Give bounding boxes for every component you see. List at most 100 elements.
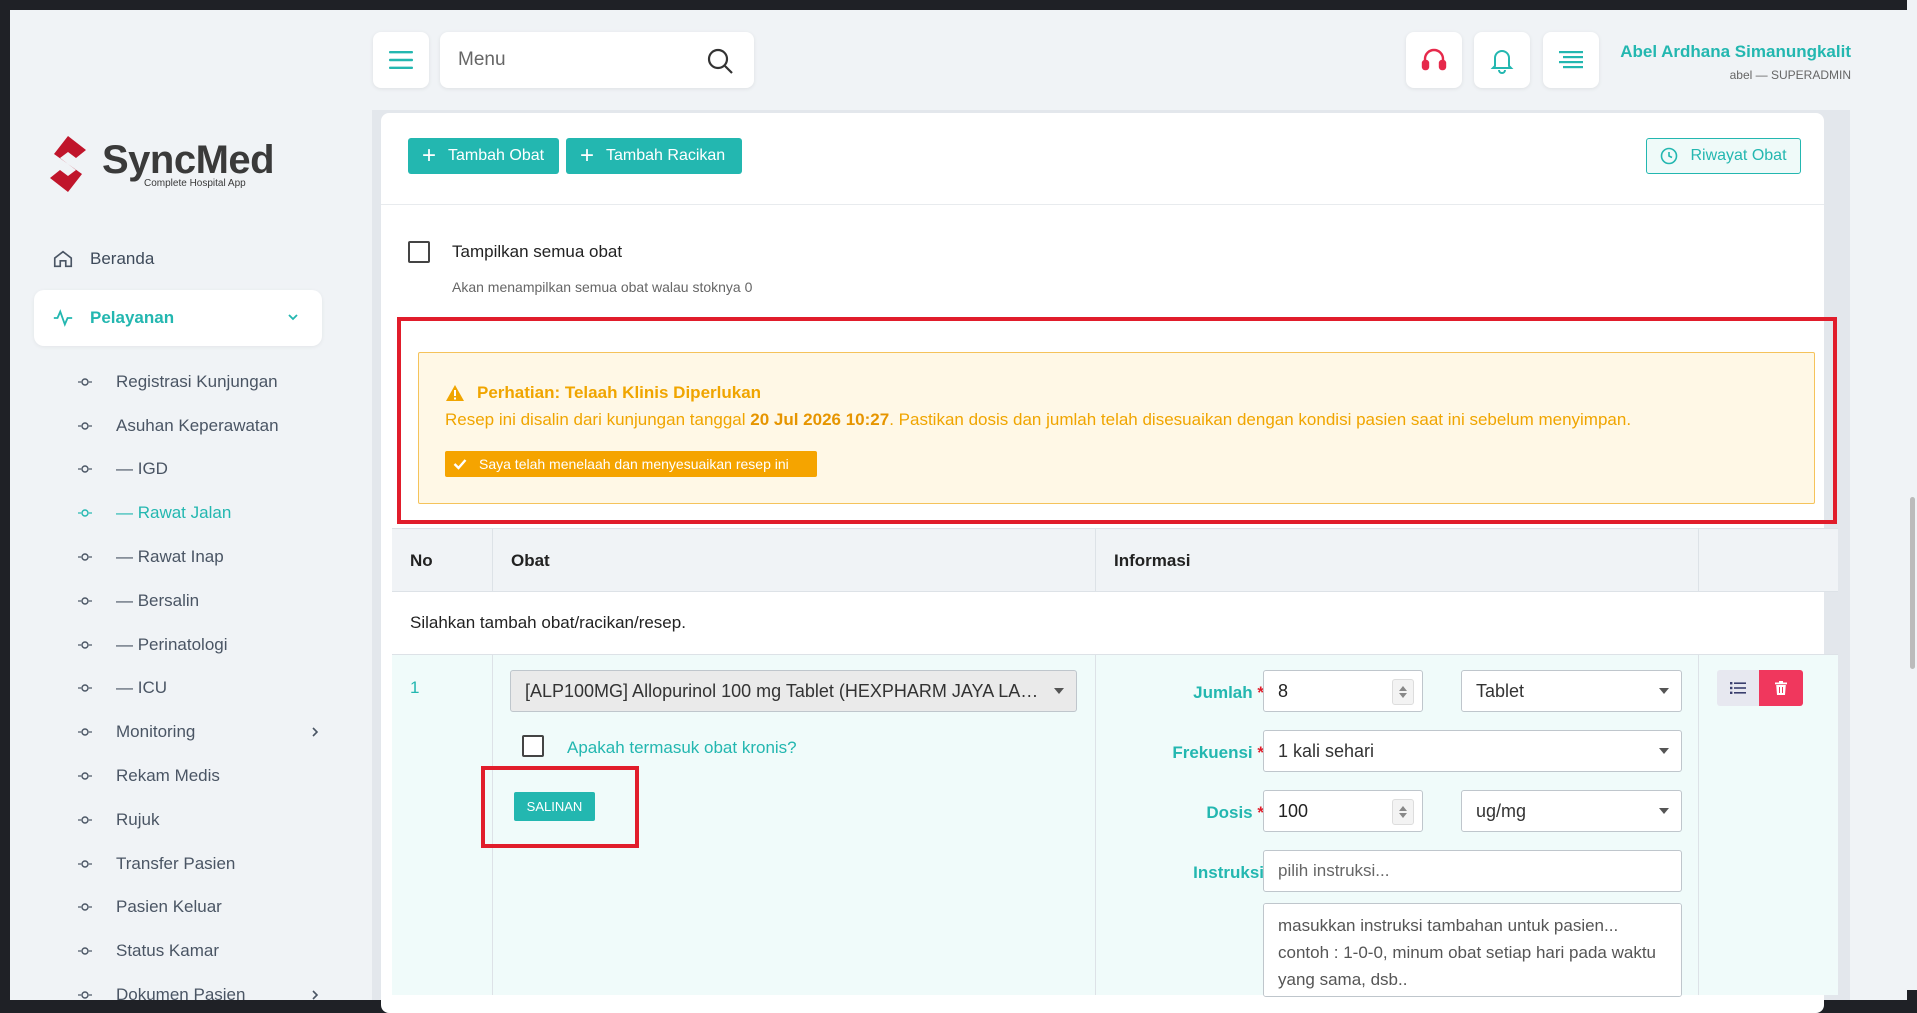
caret-down-icon: [1659, 688, 1669, 694]
column-header-obat: Obat: [493, 529, 1096, 592]
show-all-help: Akan menampilkan semua obat walau stokny…: [452, 279, 753, 295]
circle-dot-icon: [78, 902, 92, 912]
sidebar-subitem[interactable]: — Perinatologi: [78, 623, 328, 667]
user-role: abel — SUPERADMIN: [1729, 68, 1851, 82]
search-icon[interactable]: [706, 47, 734, 75]
column-header-actions: [1699, 529, 1838, 592]
instruksi-input[interactable]: [1263, 850, 1682, 892]
sidebar-subitem[interactable]: — ICU: [78, 667, 328, 711]
alert-date: 20 Jul 2026 10:27: [750, 410, 890, 429]
sidebar-subitem[interactable]: Status Kamar: [78, 929, 328, 973]
sidebar-subitem[interactable]: — Bersalin: [78, 579, 328, 623]
caret-down-icon: [1054, 688, 1064, 694]
jumlah-label: Jumlah *: [1193, 683, 1264, 702]
circle-dot-icon: [78, 946, 92, 956]
sidebar-subitem[interactable]: Rujuk: [78, 798, 328, 842]
sidebar-subitem-label: — Perinatologi: [116, 634, 228, 654]
sidebar-subitem-label: Rujuk: [116, 809, 160, 829]
delete-button[interactable]: [1759, 670, 1803, 706]
alert-title: Perhatian: Telaah Klinis Diperlukan: [445, 383, 761, 403]
bell-icon: [1490, 50, 1514, 74]
sidebar-subitem[interactable]: Monitoring: [78, 710, 328, 754]
sidebar-subitem[interactable]: Rekam Medis: [78, 754, 328, 798]
page-scrollbar[interactable]: [1907, 0, 1917, 990]
instruksi-label: Instruksi: [1193, 863, 1264, 882]
sidebar-subitem[interactable]: Pasien Keluar: [78, 886, 328, 930]
sidebar-item-label: Pelayanan: [90, 308, 175, 327]
sidebar-subitem[interactable]: — Rawat Jalan: [78, 491, 328, 535]
sidebar-subitem[interactable]: — IGD: [78, 448, 328, 492]
menu-search: [440, 32, 754, 88]
circle-dot-icon: [78, 596, 92, 606]
sidebar-subitem-label: Rekam Medis: [116, 766, 220, 786]
tambah-racikan-button[interactable]: + Tambah Racikan: [566, 138, 742, 174]
circle-dot-icon: [78, 990, 92, 1000]
show-all-checkbox[interactable]: [408, 241, 430, 263]
right-menu-button[interactable]: [1543, 32, 1599, 88]
jumlah-unit-select[interactable]: Tablet: [1461, 670, 1682, 712]
notification-button[interactable]: [1474, 32, 1530, 88]
scrollbar-thumb[interactable]: [1910, 497, 1915, 669]
sidebar-subitem-label: — Rawat Jalan: [116, 503, 232, 523]
sidebar-subitem-label: Registrasi Kunjungan: [116, 371, 278, 391]
sidebar-subitem[interactable]: Asuhan Keperawatan: [78, 404, 328, 448]
activity-icon: [53, 309, 73, 327]
sidebar-item-label: Beranda: [90, 249, 155, 268]
brand-logo[interactable]: SyncMed Complete Hospital App: [46, 134, 275, 194]
menu-lines-icon: [1559, 51, 1583, 69]
circle-dot-icon: [78, 859, 92, 869]
obat-kronis-checkbox[interactable]: [522, 735, 544, 757]
sidebar-subitem[interactable]: — Rawat Inap: [78, 535, 328, 579]
menu-search-input[interactable]: [458, 46, 688, 74]
alert-message: Resep ini disalin dari kunjungan tanggal…: [445, 410, 1632, 429]
sidebar-subitem[interactable]: Dokumen Pasien: [78, 973, 328, 1000]
sidebar-item-pelayanan[interactable]: Pelayanan: [34, 290, 322, 346]
resep-table: No Obat Informasi Silahkan tambah obat/r…: [392, 528, 1838, 997]
sidebar-subitem[interactable]: Registrasi Kunjungan: [78, 360, 328, 404]
dosis-unit-select[interactable]: ug/mg: [1461, 790, 1682, 832]
syncmed-logo-icon: [50, 136, 86, 192]
dosis-input[interactable]: 100: [1263, 790, 1423, 832]
sidebar-subitem-label: — ICU: [116, 678, 167, 698]
resep-toolbar: + Tambah Obat + Tambah Racikan Riwayat Oba…: [381, 113, 1824, 205]
table-row: 1 [ALP100MG] Allopurinol 100 mg Tablet (…: [392, 655, 1838, 997]
obat-kronis-label: Apakah termasuk obat kronis?: [567, 738, 797, 757]
list-icon: [1730, 682, 1746, 694]
chevron-right-icon: [312, 727, 319, 737]
instruksi-tambahan-textarea[interactable]: [1263, 903, 1682, 997]
frekuensi-label: Frekuensi *: [1172, 743, 1264, 762]
salinan-badge[interactable]: SALINAN: [514, 792, 595, 821]
frekuensi-select[interactable]: 1 kali sehari: [1263, 730, 1682, 772]
hamburger-icon: [389, 51, 413, 69]
sidebar: SyncMed Complete Hospital App Beranda Pe…: [10, 10, 355, 1000]
circle-dot-icon: [78, 377, 92, 387]
circle-dot-icon: [78, 815, 92, 825]
tambah-obat-button[interactable]: + Tambah Obat: [408, 138, 559, 174]
support-button[interactable]: [1406, 32, 1462, 88]
confirm-review-button[interactable]: Saya telah menelaah dan menyesuaikan res…: [445, 451, 817, 477]
riwayat-obat-button[interactable]: Riwayat Obat: [1646, 138, 1801, 174]
sidebar-subitem[interactable]: Transfer Pasien: [78, 842, 328, 886]
hamburger-button[interactable]: [373, 32, 429, 88]
detail-button[interactable]: [1717, 670, 1759, 706]
circle-dot-icon: [78, 464, 92, 474]
sidebar-subitem-label: — Rawat Inap: [116, 547, 224, 567]
clock-icon: [1661, 147, 1678, 165]
caret-down-icon: [1659, 748, 1669, 754]
stepper-icon[interactable]: [1392, 799, 1414, 825]
pelayanan-submenu: Registrasi Kunjungan Asuhan Keperawatan — …: [78, 360, 328, 1000]
dosis-label: Dosis *: [1206, 803, 1264, 822]
sidebar-item-beranda[interactable]: Beranda: [52, 244, 154, 274]
sidebar-subitem-label: — IGD: [116, 459, 168, 479]
sidebar-subitem-label: — Bersalin: [116, 590, 200, 610]
circle-dot-icon: [78, 421, 92, 431]
column-header-no: No: [392, 529, 493, 592]
user-profile[interactable]: Abel Ardhana Simanungkalit abel — SUPERA…: [1620, 42, 1851, 82]
drug-select[interactable]: [ALP100MG] Allopurinol 100 mg Tablet (HE…: [510, 670, 1077, 712]
row-number: 1: [410, 678, 420, 697]
show-all-obat: Tampilkan semua obat Akan menampilkan se…: [408, 241, 752, 295]
sidebar-subitem-label: Dokumen Pasien: [116, 985, 246, 1000]
stepper-icon[interactable]: [1392, 679, 1414, 705]
jumlah-input[interactable]: 8: [1263, 670, 1423, 712]
circle-dot-icon: [78, 640, 92, 650]
